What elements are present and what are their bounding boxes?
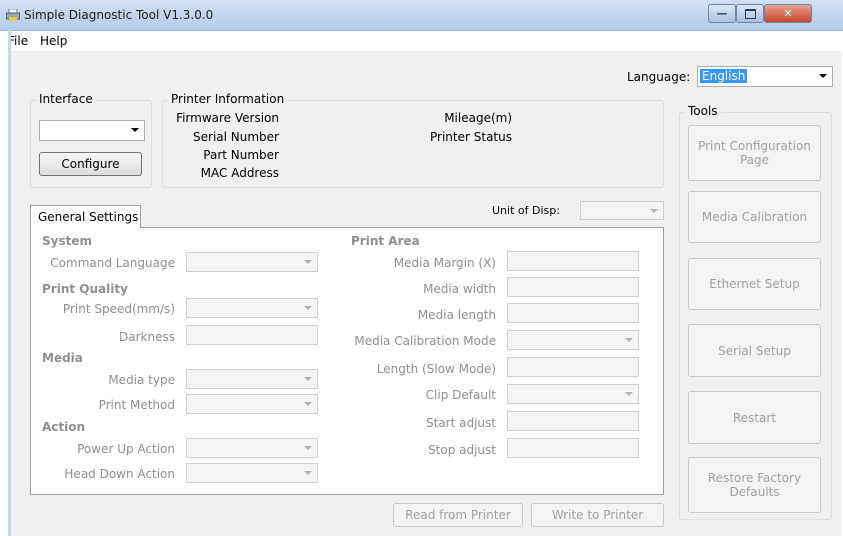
chevron-down-icon (819, 74, 827, 78)
media-width-field[interactable] (507, 277, 639, 297)
stop-adjust-label: Stop adjust (428, 443, 496, 457)
language-label: Language: (627, 70, 691, 84)
printer-status-label: Printer Status (430, 130, 512, 144)
close-icon: ✕ (783, 7, 793, 20)
start-adjust-label: Start adjust (426, 416, 496, 430)
length-slow-mode-field[interactable] (507, 357, 639, 377)
language-select[interactable]: English (697, 66, 833, 87)
menu-file[interactable]: File (8, 34, 28, 48)
print-method-label: Print Method (98, 398, 175, 412)
configure-button[interactable]: Configure (39, 152, 142, 176)
tab-join (31, 226, 140, 228)
close-button[interactable]: ✕ (764, 4, 812, 23)
media-type-label: Media type (108, 373, 175, 387)
media-length-field[interactable] (507, 303, 639, 323)
chevron-down-icon (304, 471, 312, 475)
system-heading: System (42, 234, 92, 248)
clip-default-label: Clip Default (425, 388, 496, 402)
maximize-button[interactable] (736, 4, 764, 23)
print-configuration-page-button[interactable]: Print Configuration Page (688, 125, 821, 181)
media-width-label: Media width (423, 282, 496, 296)
window-title: Simple Diagnostic Tool V1.3.0.0 (24, 8, 214, 22)
head-down-action-label: Head Down Action (64, 467, 175, 481)
start-adjust-field[interactable] (507, 411, 639, 431)
media-calibration-mode-label: Media Calibration Mode (354, 334, 496, 348)
interface-select[interactable] (39, 120, 145, 141)
media-heading: Media (42, 351, 83, 365)
minimize-button[interactable]: — (708, 4, 736, 23)
printer-info-title: Printer Information (168, 92, 288, 106)
darkness-label: Darkness (119, 330, 175, 344)
clip-default-select[interactable] (507, 384, 639, 404)
command-language-select[interactable] (186, 252, 318, 272)
chevron-down-icon (304, 306, 312, 310)
menu-help[interactable]: Help (40, 34, 67, 48)
action-heading: Action (42, 420, 86, 434)
media-calibration-mode-select[interactable] (507, 330, 639, 350)
chevron-down-icon (304, 446, 312, 450)
media-type-select[interactable] (186, 369, 318, 389)
serial-number-label: Serial Number (193, 130, 279, 144)
chevron-down-icon (650, 209, 658, 213)
media-calibration-button[interactable]: Media Calibration (688, 191, 821, 243)
tools-title: Tools (685, 104, 721, 118)
restore-factory-defaults-button[interactable]: Restore Factory Defaults (688, 457, 821, 513)
maximize-icon (744, 8, 756, 19)
media-length-label: Media length (417, 308, 496, 322)
language-value: English (700, 69, 748, 83)
unit-of-display-select[interactable] (580, 201, 664, 220)
media-margin-x-field[interactable] (507, 251, 639, 271)
menu-bar (0, 31, 843, 51)
length-slow-mode-label: Length (Slow Mode) (376, 362, 496, 376)
part-number-label: Part Number (203, 148, 279, 162)
mac-address-label: MAC Address (200, 166, 279, 180)
firmware-version-label: Firmware Version (176, 111, 279, 125)
read-from-printer-button[interactable]: Read from Printer (393, 503, 523, 527)
power-up-action-select[interactable] (186, 438, 318, 458)
chevron-down-icon (304, 260, 312, 264)
chevron-down-icon (304, 402, 312, 406)
command-language-label: Command Language (50, 256, 175, 270)
serial-setup-button[interactable]: Serial Setup (688, 324, 821, 377)
print-area-heading: Print Area (351, 234, 420, 248)
write-to-printer-button[interactable]: Write to Printer (531, 503, 664, 527)
printer-app-icon (6, 9, 20, 21)
interface-title: Interface (36, 92, 96, 106)
media-margin-x-label: Media Margin (X) (393, 256, 496, 270)
mileage-label: Mileage(m) (444, 111, 512, 125)
print-method-select[interactable] (186, 394, 318, 414)
chevron-down-icon (625, 392, 633, 396)
restart-button[interactable]: Restart (688, 391, 821, 444)
minimize-icon: — (716, 7, 728, 20)
unit-of-display-label: Unit of Disp: (492, 204, 560, 217)
chevron-down-icon (131, 128, 139, 132)
print-quality-heading: Print Quality (42, 282, 128, 296)
darkness-field[interactable] (186, 325, 318, 345)
stop-adjust-field[interactable] (507, 438, 639, 458)
print-speed-select[interactable] (186, 298, 318, 318)
tab-general-settings[interactable]: General Settings (30, 205, 141, 228)
chevron-down-icon (304, 377, 312, 381)
print-speed-label: Print Speed(mm/s) (62, 302, 175, 316)
ethernet-setup-button[interactable]: Ethernet Setup (688, 258, 821, 310)
power-up-action-label: Power Up Action (77, 442, 175, 456)
tab-general-settings-label: General Settings (38, 210, 139, 224)
chevron-down-icon (625, 338, 633, 342)
head-down-action-select[interactable] (186, 463, 318, 483)
